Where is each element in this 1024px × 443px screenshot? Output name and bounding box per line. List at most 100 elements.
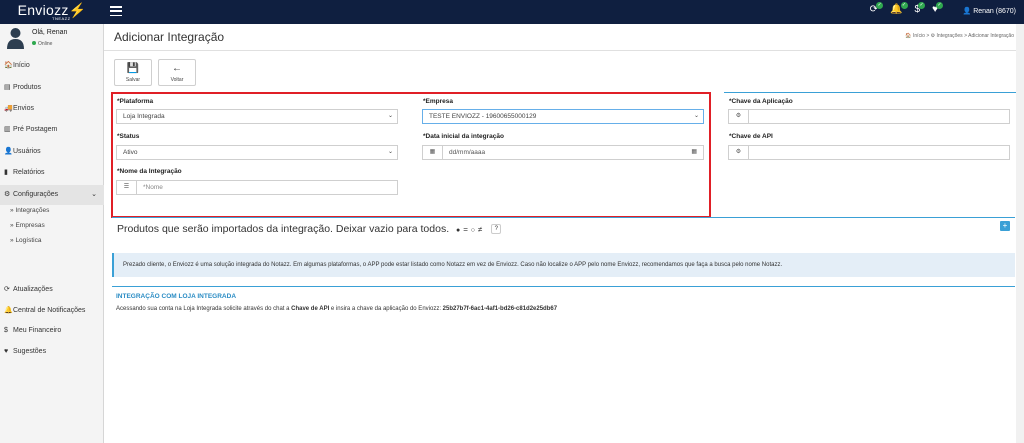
integrations-icon: ⚙ xyxy=(930,33,936,39)
sidebar-item-label: Usuários xyxy=(13,148,41,155)
sidebar-subitem-empresas[interactable]: » Empresas xyxy=(10,222,45,229)
highlight-frame xyxy=(111,92,711,218)
sidebar-item-label: Produtos xyxy=(13,84,42,91)
sidebar-item-label: Início xyxy=(13,62,30,69)
api-key-input[interactable]: ⚙ xyxy=(728,145,1010,160)
breadcrumb: 🏠 Início > ⚙ Integrações > Adicionar Int… xyxy=(905,33,1014,39)
chart-icon: ▮ xyxy=(4,169,8,176)
gears-icon: ⚙ xyxy=(729,110,749,123)
info-alert: Prezado cliente, o Enviozz é uma solução… xyxy=(112,253,1015,277)
products-section-title: Produtos que serão importados da integra… xyxy=(117,223,502,235)
sidebar-item-label: Envios xyxy=(13,105,35,112)
arrow-left-icon: ← xyxy=(172,63,182,74)
user-label: Renan (8670) xyxy=(973,8,1016,15)
sidebar-item-atualizacoes[interactable]: ⟳ Atualizações xyxy=(4,285,53,293)
logo-subtitle: TNEAZZ xyxy=(52,16,71,21)
save-label: Salvar xyxy=(125,77,141,83)
box-icon: ▤ xyxy=(4,84,11,91)
integration-text-mid: e insira a chave da aplicação do Enviozz… xyxy=(330,306,441,312)
top-navbar: Enviozz⚡ TNEAZZ ⟳ ✓ 🔔 ✓ $ ✓ ♥ ✓ 👤 Renan (867… xyxy=(0,0,1024,24)
sidebar-item-configuracoes[interactable]: ⚙ Configurações ⌄ xyxy=(0,185,104,205)
online-dot-icon xyxy=(32,41,36,45)
radio-equal[interactable]: ● xyxy=(456,227,460,234)
integration-text-before: Acessando sua conta na Loja Integrada so… xyxy=(116,306,290,312)
integration-app-key: 25b27b7f-6ac1-4af1-bd26-c81d2e25db67 xyxy=(442,306,558,312)
sidebar-item-produtos[interactable]: ▤ Produtos xyxy=(4,83,41,91)
user-status: Online xyxy=(32,41,52,47)
menu-toggle-icon[interactable] xyxy=(110,6,122,16)
sidebar-item-label: Sugestões xyxy=(13,348,47,355)
sidebar-subitem-label: Empresas xyxy=(15,222,45,229)
info-text: Prezado cliente, o Enviozz é uma solução… xyxy=(123,262,783,268)
back-button[interactable]: ← Voltar xyxy=(158,59,196,86)
sidebar-item-label: Atualizações xyxy=(13,286,53,293)
double-chevron-icon: » xyxy=(10,207,14,214)
save-button[interactable]: 💾 Salvar xyxy=(114,59,152,86)
integration-title: INTEGRAÇÃO COM LOJA INTEGRADA xyxy=(116,293,237,300)
sidebar-item-sugestoes[interactable]: ♥ Sugestões xyxy=(4,348,46,355)
not-equal-symbol: ≠ xyxy=(477,225,483,234)
avatar-icon xyxy=(7,28,24,49)
sidebar-subitem-label: Integrações xyxy=(15,207,50,214)
equal-symbol: = xyxy=(463,225,468,234)
sidebar-item-label: Central de Notificações xyxy=(13,307,86,314)
sync-icon: ⟳ xyxy=(4,286,10,293)
sidebar-item-relatorios[interactable]: ▮ Relatórios xyxy=(4,168,45,176)
help-icon[interactable]: ? xyxy=(491,224,502,235)
gear-icon: ⚙ xyxy=(4,191,11,198)
gears-icon: ⚙ xyxy=(729,146,749,159)
sidebar-item-pre-postagem[interactable]: ▥ Pré Postagem xyxy=(4,125,57,133)
floppy-icon: 💾 xyxy=(126,63,140,74)
dollar-icon: $ xyxy=(4,327,8,334)
sidebar-subitem-integracoes[interactable]: » Integrações xyxy=(10,207,49,214)
sidebar-item-configuracoes-inner: ⚙ Configurações xyxy=(4,190,58,198)
app-logo[interactable]: Enviozz⚡ TNEAZZ xyxy=(0,0,104,24)
app-key-input[interactable]: ⚙ xyxy=(728,109,1010,124)
sidebar-item-label: Relatórios xyxy=(13,169,45,176)
page-title: Adicionar Integração xyxy=(114,30,225,44)
breadcrumb-home[interactable]: Início xyxy=(913,33,925,39)
home-icon: 🏠 xyxy=(4,62,13,69)
double-chevron-icon: » xyxy=(10,237,14,244)
integration-instructions: INTEGRAÇÃO COM LOJA INTEGRADA Acessando … xyxy=(112,286,1015,316)
bell-icon: 🔔 xyxy=(4,307,13,314)
sidebar-item-usuarios[interactable]: 👤Usuários xyxy=(4,147,41,155)
bell-icon[interactable]: 🔔 ✓ xyxy=(890,2,908,16)
sidebar-item-inicio[interactable]: 🏠Início xyxy=(4,61,30,69)
bolt-icon: ⚡ xyxy=(68,2,87,18)
integration-key-name: Chave de API xyxy=(291,306,330,312)
user-panel: Olá, Renan Online xyxy=(0,24,103,54)
user-menu[interactable]: 👤 Renan (8670) xyxy=(963,7,1016,15)
divider xyxy=(104,50,1024,51)
sidebar-item-label: Configurações xyxy=(13,191,59,198)
radio-not-equal[interactable]: ○ xyxy=(471,227,475,234)
user-icon: 👤 xyxy=(4,148,13,155)
products-title: Produtos que serão importados da integra… xyxy=(117,223,450,235)
breadcrumb-current: Adicionar Integração xyxy=(968,33,1014,39)
dollar-icon[interactable]: $ ✓ xyxy=(915,2,926,16)
page-scrollbar[interactable] xyxy=(1016,24,1024,443)
user-status-label: Online xyxy=(38,41,53,47)
barcode-icon: ▥ xyxy=(4,126,11,133)
chevron-down-icon: ⌄ xyxy=(91,191,97,198)
sidebar: Olá, Renan Online 🏠Início ▤ Produtos 🚚Env… xyxy=(0,24,104,443)
user-icon: 👤 xyxy=(962,8,972,15)
sidebar-subitem-logistica[interactable]: » Logística xyxy=(10,237,41,244)
sync-icon[interactable]: ⟳ ✓ xyxy=(870,2,884,16)
heart-icon[interactable]: ♥ ✓ xyxy=(932,2,943,16)
api-key-label: *Chave de API xyxy=(729,133,773,140)
add-product-button[interactable]: + xyxy=(1000,221,1010,231)
truck-icon: 🚚 xyxy=(4,105,13,112)
sidebar-item-envios[interactable]: 🚚Envios xyxy=(4,104,34,112)
home-icon: 🏠 xyxy=(905,33,912,39)
double-chevron-icon: » xyxy=(10,222,14,229)
sidebar-subitem-label: Logística xyxy=(15,237,42,244)
back-label: Voltar xyxy=(170,77,184,83)
sidebar-item-financeiro[interactable]: $ Meu Financeiro xyxy=(4,327,61,334)
heart-icon: ♥ xyxy=(4,348,9,355)
app-key-label: *Chave da Aplicação xyxy=(729,98,793,105)
sidebar-item-notificacoes[interactable]: 🔔Central de Notificações xyxy=(4,306,85,314)
integration-text: Acessando sua conta na Loja Integrada so… xyxy=(116,306,557,312)
sidebar-item-label: Pré Postagem xyxy=(13,126,58,133)
breadcrumb-integracoes[interactable]: Integrações xyxy=(937,33,963,39)
